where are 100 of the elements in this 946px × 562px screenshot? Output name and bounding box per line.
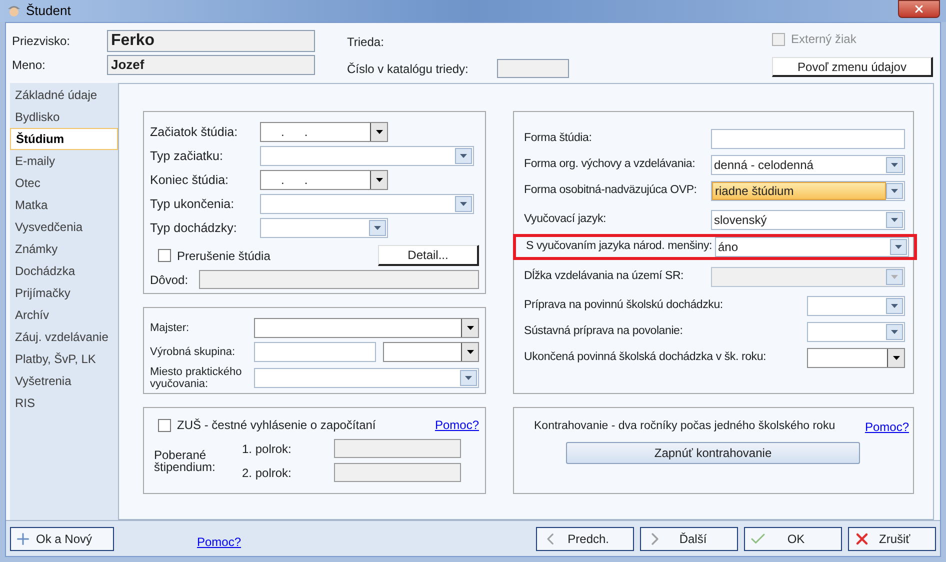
sidebar-item[interactable]: Prijímačky	[10, 282, 118, 304]
field-label: Meno:	[12, 57, 46, 74]
field-label: Typ dochádzky:	[150, 220, 238, 237]
footer-button[interactable]: Predch.	[536, 526, 634, 550]
close-button[interactable]	[898, 0, 940, 18]
text-field[interactable]	[497, 59, 569, 78]
text-field[interactable]	[334, 439, 461, 458]
footer-button[interactable]: Zrušiť	[848, 526, 936, 550]
sidebar-item[interactable]: Dochádzka	[10, 260, 118, 282]
field-label: 2. polrok:	[242, 464, 292, 482]
field-label: Sústavná príprava na povolanie:	[524, 324, 684, 339]
checkbox[interactable]	[158, 249, 171, 262]
caret-icon	[455, 196, 472, 212]
field-label: Forma štúdia:	[524, 130, 593, 146]
field-label: Ukončená povinná školská dochádzka v šk. roku:	[524, 350, 768, 365]
dropdown[interactable]	[260, 218, 388, 238]
field-label: Miesto praktického vyučovania:	[150, 366, 243, 390]
caret-icon	[460, 370, 477, 386]
add-button[interactable]: Ok a Nový	[10, 526, 114, 550]
field-label: 1. polrok:	[242, 440, 292, 458]
checkbox[interactable]	[158, 418, 171, 432]
dropdown[interactable]	[254, 368, 479, 388]
sidebar-item[interactable]: Známky	[10, 238, 118, 260]
field-label: Majster:	[150, 322, 190, 334]
caret-icon	[890, 239, 907, 255]
sidebar-item[interactable]: E-maily	[10, 150, 118, 172]
field-label: Priezvisko:	[12, 33, 72, 50]
text-field[interactable]: Jozef	[107, 55, 315, 75]
caret-icon	[370, 171, 387, 189]
caret-icon	[886, 298, 903, 314]
sidebar-item[interactable]: RIS	[10, 392, 118, 414]
checkbox-label: Externý žiak	[791, 31, 856, 48]
caret-icon	[886, 182, 903, 198]
checkbox-label: ZUŠ - čestné vyhlásenie o započítaní	[177, 417, 376, 434]
caret-icon	[370, 123, 387, 141]
edit-button[interactable]: Povoľ zmenu údajov	[772, 57, 933, 77]
help-link[interactable]: Pomoc?	[434, 416, 479, 434]
dropdown[interactable]	[383, 342, 479, 362]
sidebar-item[interactable]: Bydlisko	[10, 106, 118, 128]
field-label: Dĺžka vzdelávania na území SR:	[524, 268, 685, 284]
text-field[interactable]: Ferko	[107, 30, 315, 52]
dropdown[interactable]	[807, 322, 905, 342]
dropdown[interactable]: riadne štúdium	[711, 180, 905, 200]
date-picker[interactable]: . .	[260, 170, 388, 190]
field-label: Koniec štúdia:	[150, 172, 230, 189]
dropdown[interactable]	[254, 318, 479, 338]
caret-icon	[886, 156, 903, 172]
dropdown[interactable]	[260, 146, 474, 166]
detail-button[interactable]: Detail...	[378, 245, 479, 266]
enable-button[interactable]: Zapnúť kontrahovanie	[566, 442, 860, 464]
field-label: Začiatok štúdia:	[150, 124, 239, 141]
field-label: Vyučovací jazyk:	[524, 212, 608, 227]
dropdown[interactable]	[807, 348, 905, 368]
dropdown[interactable]	[807, 296, 905, 316]
caret-icon	[887, 348, 904, 366]
field-label: Trieda:	[347, 34, 385, 51]
caret-icon	[455, 148, 472, 164]
sidebar-item[interactable]: Záuj. vzdelávanie	[10, 326, 118, 348]
help-link[interactable]: Pomoc?	[197, 532, 242, 550]
sidebar-item[interactable]: Základné údaje	[10, 84, 118, 106]
text-field[interactable]	[199, 270, 479, 289]
dropdown[interactable]: denná - celodenná	[711, 154, 905, 174]
text-field[interactable]	[334, 463, 461, 482]
caret-icon	[886, 268, 903, 284]
sidebar-item[interactable]: Platby, ŠvP, LK	[10, 348, 118, 370]
sidebar-item[interactable]: Otec	[10, 172, 118, 194]
caret-icon	[369, 220, 386, 236]
checkbox-label: Prerušenie štúdia	[177, 248, 270, 264]
dropdown[interactable]: slovenský	[711, 210, 905, 230]
caret-icon	[886, 324, 903, 340]
help-link[interactable]: Pomoc?	[864, 418, 909, 436]
sidebar-item[interactable]: Archív	[10, 304, 118, 326]
text-field[interactable]	[254, 342, 376, 362]
field-label: Výrobná skupina:	[150, 346, 236, 358]
caret-icon	[461, 319, 478, 337]
window-title: Študent	[26, 2, 71, 20]
footer-button[interactable]: Ďalší	[640, 526, 738, 550]
dropdown[interactable]: áno	[715, 237, 909, 257]
field-label: Forma org. výchovy a vzdelávania:	[524, 156, 696, 172]
caret-icon	[461, 343, 478, 361]
field-label: Číslo v katalógu triedy:	[347, 60, 470, 78]
student-icon	[6, 3, 22, 19]
sidebar-item[interactable]: Matka	[10, 194, 118, 216]
field-label: Forma osobitná-nadväzujúca OVP:	[524, 182, 698, 198]
text-field[interactable]	[711, 128, 905, 148]
dropdown[interactable]	[260, 194, 474, 214]
footer-button[interactable]: OK	[744, 526, 842, 550]
field-label: Príprava na povinnú školskú dochádzku:	[524, 298, 724, 313]
sidebar-item[interactable]: Štúdium	[10, 128, 118, 150]
field-label: Poberané štipendium:	[153, 448, 216, 472]
field-label: S vyučovaním jazyka národ. menšiny:	[526, 239, 714, 254]
caret-icon	[886, 212, 903, 228]
field-label: Dôvod:	[150, 272, 190, 288]
field-label: Typ ukončenia:	[150, 196, 236, 213]
info-text: Kontrahovanie - dva ročníky počas jedného školského roku	[534, 419, 836, 434]
date-picker[interactable]: . .	[260, 122, 388, 142]
field-label: Typ začiatku:	[150, 148, 224, 165]
sidebar-item[interactable]: Vyšetrenia	[10, 370, 118, 392]
close-icon	[913, 3, 925, 15]
sidebar-item[interactable]: Vysvedčenia	[10, 216, 118, 238]
